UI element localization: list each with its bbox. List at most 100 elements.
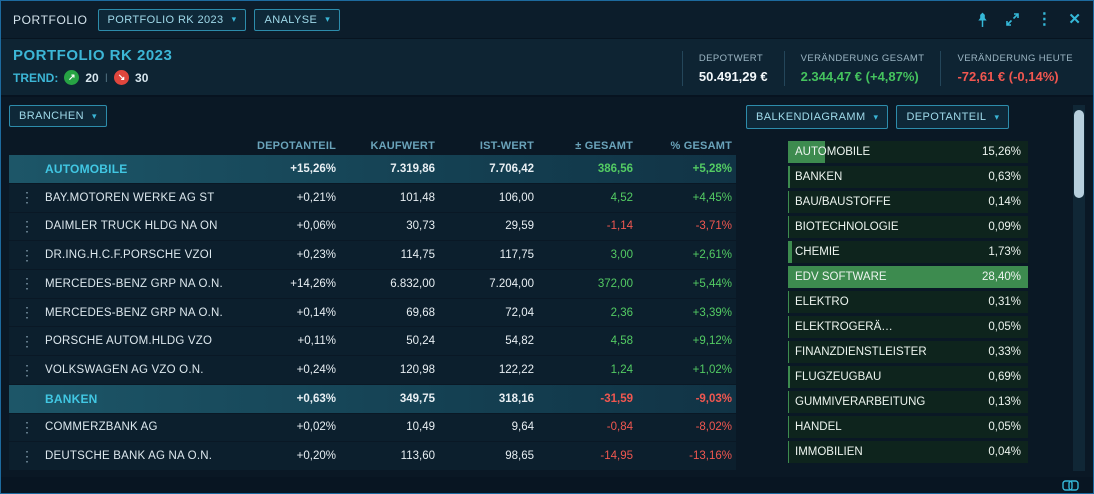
chart-row[interactable]: ELEKTROGERÄ… 0,05% <box>788 316 1028 338</box>
table-row[interactable]: ⋮ PORSCHE AUTOM.HLDG VZO +0,11% 50,24 54… <box>9 327 736 355</box>
row-name: AUTOMOBILE <box>45 162 241 176</box>
trend-down-icon: ↘ <box>114 70 129 85</box>
link-icon[interactable] <box>1062 480 1079 491</box>
row-pct: +4,45% <box>637 192 736 204</box>
row-gesamt: 1,24 <box>538 364 637 376</box>
expand-icon[interactable] <box>1005 12 1020 27</box>
table-row[interactable]: ⋮ MERCEDES-BENZ GRP NA O.N. +14,26% 6.83… <box>9 270 736 298</box>
table-row[interactable]: ⋮ DAIMLER TRUCK HLDG NA ON +0,06% 30,73 … <box>9 213 736 241</box>
pin-icon[interactable] <box>976 12 989 28</box>
row-name: BANKEN <box>45 392 241 406</box>
stat-label: VERÄNDERUNG HEUTE <box>957 53 1073 64</box>
row-kebab-icon[interactable]: ⋮ <box>9 448 45 465</box>
row-kebab-icon[interactable]: ⋮ <box>9 189 45 206</box>
analyse-select[interactable]: ANALYSE ▾ <box>254 9 340 31</box>
chart-row[interactable]: IMMOBILIEN 0,04% <box>788 441 1028 463</box>
row-kebab-icon[interactable]: ⋮ <box>9 275 45 292</box>
chart-scrollbar[interactable] <box>1073 105 1085 471</box>
chevron-down-icon: ▾ <box>874 113 879 122</box>
chart-row-label: FINANZDIENSTLEISTER <box>795 346 927 358</box>
table-row[interactable]: ⋮ BAY.MOTOREN WERKE AG ST +0,21% 101,48 … <box>9 184 736 212</box>
row-kaufwert: 113,60 <box>340 450 439 462</box>
table-row[interactable]: ⋮ BANKEN +0,63% 349,75 318,16 -31,59 -9,… <box>9 385 736 413</box>
chart-row[interactable]: GUMMIVERARBEITUNG 0,13% <box>788 391 1028 413</box>
chart-row[interactable]: HANDEL 0,05% <box>788 416 1028 438</box>
chart-row[interactable]: CHEMIE 1,73% <box>788 241 1028 263</box>
stat-veraenderung-gesamt: VERÄNDERUNG GESAMT 2.344,47 € (+4,87%) <box>784 51 941 86</box>
chart-row[interactable]: EDV SOFTWARE 28,40% <box>788 266 1028 288</box>
chart-row-label: AUTOMOBILE <box>795 146 870 158</box>
column-pct-gesamt[interactable]: % GESAMT <box>637 140 736 152</box>
column-ist-wert[interactable]: IST-WERT <box>439 140 538 152</box>
chart-row-label: CHEMIE <box>795 246 840 258</box>
row-kaufwert: 10,49 <box>340 421 439 433</box>
chart-row-label: BANKEN <box>795 171 842 183</box>
chart-scrollbar-thumb[interactable] <box>1074 110 1084 198</box>
row-kebab-icon[interactable]: ⋮ <box>9 419 45 436</box>
column-kaufwert[interactable]: KAUFWERT <box>340 140 439 152</box>
chart-metric-select[interactable]: DEPOTANTEIL ▾ <box>896 105 1009 129</box>
chart-row[interactable]: BIOTECHNOLOGIE 0,09% <box>788 216 1028 238</box>
chart-row-value: 0,63% <box>988 171 1021 183</box>
chart-row[interactable]: BAU/BAUSTOFFE 0,14% <box>788 191 1028 213</box>
branchen-select[interactable]: BRANCHEN ▾ <box>9 105 107 127</box>
chart-row[interactable]: BANKEN 0,63% <box>788 166 1028 188</box>
chart-bar <box>788 341 789 363</box>
table-row[interactable]: ⋮ MERCEDES-BENZ GRP NA O.N. +0,14% 69,68… <box>9 299 736 327</box>
chart-row-label: HANDEL <box>795 421 842 433</box>
trend-line: TREND: ↗ 20 I ↘ 30 <box>13 70 172 85</box>
row-kaufwert: 7.319,86 <box>340 163 439 175</box>
row-depotanteil: +0,14% <box>241 307 340 319</box>
chart-row[interactable]: ELEKTRO 0,31% <box>788 291 1028 313</box>
chart-type-select[interactable]: BALKENDIAGRAMM ▾ <box>746 105 888 129</box>
table-row[interactable]: ⋮ VOLKSWAGEN AG VZO O.N. +0,24% 120,98 1… <box>9 356 736 384</box>
chart-row-label: BAU/BAUSTOFFE <box>795 196 891 208</box>
table-row[interactable]: ⋮ DEUTSCHE BANK AG NA O.N. +0,20% 113,60… <box>9 442 736 470</box>
branchen-select-value: BRANCHEN <box>19 110 84 122</box>
table-row[interactable]: ⋮ COMMERZBANK AG +0,02% 10,49 9,64 -0,84… <box>9 414 736 442</box>
row-kaufwert: 69,68 <box>340 307 439 319</box>
portfolio-select[interactable]: PORTFOLIO RK 2023 ▾ <box>98 9 247 31</box>
row-pct: -3,71% <box>637 220 736 232</box>
row-depotanteil: +14,26% <box>241 278 340 290</box>
row-istwert: 7.204,00 <box>439 278 538 290</box>
analyse-select-value: ANALYSE <box>264 14 317 26</box>
chart-metric-select-value: DEPOTANTEIL <box>906 111 986 123</box>
table-row[interactable]: ⋮ AUTOMOBILE +15,26% 7.319,86 7.706,42 3… <box>9 155 736 183</box>
close-icon[interactable]: ✕ <box>1068 12 1081 27</box>
chart-row-label: BIOTECHNOLOGIE <box>795 221 899 233</box>
row-istwert: 122,22 <box>439 364 538 376</box>
table-row[interactable]: ⋮ DR.ING.H.C.F.PORSCHE VZOI +0,23% 114,7… <box>9 241 736 269</box>
chart-bar <box>788 291 789 313</box>
row-depotanteil: +0,63% <box>241 393 340 405</box>
row-kebab-icon[interactable]: ⋮ <box>9 218 45 235</box>
trend-up-icon: ↗ <box>64 70 79 85</box>
chart-row-value: 0,69% <box>988 371 1021 383</box>
row-istwert: 106,00 <box>439 192 538 204</box>
column-depotanteil[interactable]: DEPOTANTEIL <box>241 140 340 152</box>
kebab-menu-icon[interactable]: ⋮ <box>1036 12 1052 28</box>
chevron-down-icon: ▾ <box>92 112 97 121</box>
chart-row[interactable]: FLUGZEUGBAU 0,69% <box>788 366 1028 388</box>
chevron-down-icon: ▾ <box>994 113 999 122</box>
column-gesamt[interactable]: ± GESAMT <box>538 140 637 152</box>
row-name: DR.ING.H.C.F.PORSCHE VZOI <box>45 249 241 261</box>
row-kaufwert: 30,73 <box>340 220 439 232</box>
row-istwert: 318,16 <box>439 393 538 405</box>
chart-row-label: FLUGZEUGBAU <box>795 371 881 383</box>
chart-row[interactable]: FINANZDIENSTLEISTER 0,33% <box>788 341 1028 363</box>
row-depotanteil: +0,21% <box>241 192 340 204</box>
row-name: MERCEDES-BENZ GRP NA O.N. <box>45 278 241 290</box>
row-pct: -8,02% <box>637 421 736 433</box>
stat-veraenderung-heute: VERÄNDERUNG HEUTE -72,61 € (-0,14%) <box>940 51 1089 86</box>
row-kebab-icon[interactable]: ⋮ <box>9 362 45 379</box>
row-pct: +2,61% <box>637 249 736 261</box>
chart-row[interactable]: AUTOMOBILE 15,26% <box>788 141 1028 163</box>
row-kebab-icon[interactable]: ⋮ <box>9 333 45 350</box>
chart-row-label: IMMOBILIEN <box>795 446 863 458</box>
row-kebab-icon[interactable]: ⋮ <box>9 247 45 264</box>
chevron-down-icon: ▾ <box>325 15 330 24</box>
row-depotanteil: +15,26% <box>241 163 340 175</box>
row-kebab-icon[interactable]: ⋮ <box>9 304 45 321</box>
app-window: PORTFOLIO PORTFOLIO RK 2023 ▾ ANALYSE ▾ … <box>0 0 1094 494</box>
